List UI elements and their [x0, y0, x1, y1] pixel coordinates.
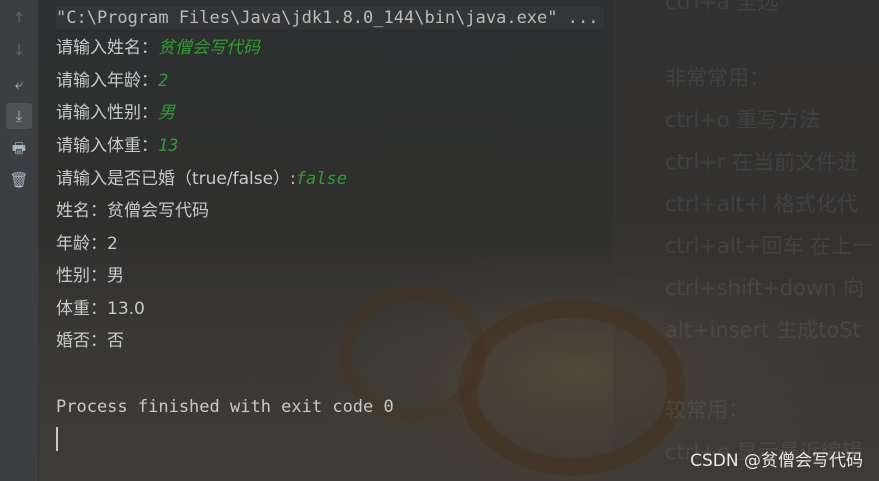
- user-input: 2: [158, 71, 169, 91]
- run-command-line: "C:\Program Files\Java\jdk1.8.0_144\bin\…: [56, 7, 605, 29]
- background-note: ctrl+alt+回车 在上一: [665, 234, 874, 258]
- prompt-line: 请输入是否已婚（true/false）:false: [56, 168, 347, 190]
- output-line: 体重：13.0: [56, 299, 145, 319]
- background-note: 较常用：: [665, 398, 749, 422]
- background-note: ctrl+o 重写方法: [665, 108, 821, 132]
- watermark-credit: CSDN @贫僧会写代码: [690, 451, 863, 471]
- background-note: ctrl+r 在当前文件进: [665, 150, 859, 174]
- user-input: 男: [158, 103, 175, 123]
- down-arrow-icon[interactable]: ↓: [6, 37, 32, 63]
- user-input: 13: [158, 136, 179, 156]
- background-note: ctrl+a 全选: [665, 0, 779, 14]
- output-line: 年龄：2: [56, 234, 118, 254]
- soft-wrap-icon[interactable]: ⤶: [6, 71, 32, 97]
- background-note: ctrl+alt+l 格式化代: [665, 192, 858, 216]
- prompt-label: 请输入年龄：: [56, 71, 158, 91]
- print-icon[interactable]: 🖶: [6, 137, 32, 163]
- prompt-label: 请输入姓名：: [56, 38, 158, 58]
- text-caret: [56, 427, 58, 451]
- prompt-label: 请输入体重：: [56, 136, 158, 156]
- prompt-line: 请输入性别：男: [56, 102, 175, 124]
- console-toolbar: ↑ ↓ ⤶ ⤓ 🖶 🗑: [0, 0, 39, 481]
- trash-icon[interactable]: 🗑: [6, 167, 32, 193]
- up-arrow-icon[interactable]: ↑: [6, 5, 32, 31]
- output-line: 性别：男: [56, 266, 124, 286]
- prompt-line: 请输入体重：13: [56, 135, 178, 157]
- prompt-line: 请输入姓名：贫僧会写代码: [56, 37, 260, 59]
- prompt-label: 请输入性别：: [56, 103, 158, 123]
- user-input: 贫僧会写代码: [158, 38, 260, 58]
- exit-message: Process finished with exit code 0: [56, 397, 394, 417]
- background-note: ctrl+shift+down 向: [665, 276, 865, 300]
- user-input: false: [295, 169, 347, 189]
- prompt-line: 请输入年龄：2: [56, 70, 168, 92]
- prompt-label: 请输入是否已婚（true/false）:: [56, 169, 296, 189]
- output-line: 姓名：贫僧会写代码: [56, 201, 209, 221]
- scroll-to-end-icon[interactable]: ⤓: [6, 103, 32, 129]
- output-line: 婚否：否: [56, 331, 124, 351]
- background-note: 非常常用：: [665, 66, 770, 90]
- background-note: alt+insert 生成toSt: [665, 318, 861, 342]
